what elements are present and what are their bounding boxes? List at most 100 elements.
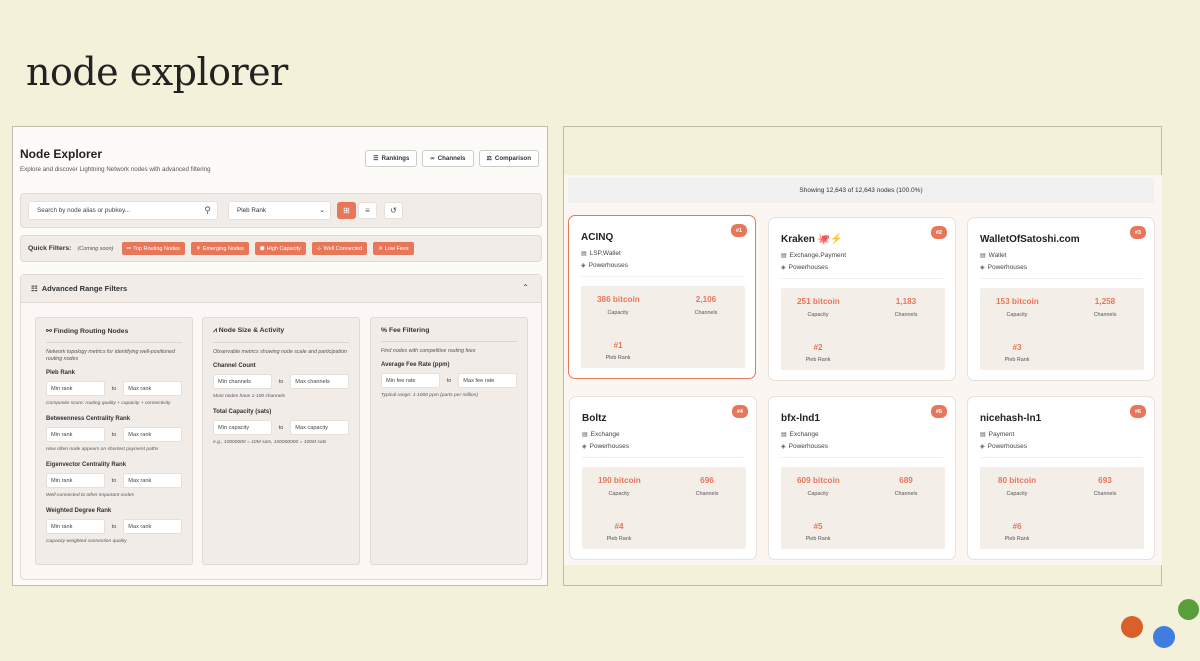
line-chart-icon: ⩘ [213,327,217,334]
layers-icon: ◈ [980,444,985,450]
capacity-min-input[interactable]: Min capacity [213,420,272,435]
channels-value: 1,258 [1094,297,1116,306]
card-divider [980,457,1142,458]
range-to: to [111,431,117,438]
fee-max-input[interactable]: Max fee rate [458,373,517,388]
reset-button[interactable]: ↺ [384,202,403,219]
node-results-panel: Showing 12,643 of 12,643 nodes (100.0%) … [563,126,1162,586]
comparison-button[interactable]: ⚖ Comparison [478,150,539,167]
quick-filter-high-capacity[interactable]: ⬢ High Capacity [254,242,306,255]
pleb-rank-label: Pleb Rank [805,536,831,542]
pleb-rank-max-input[interactable]: Max rank [123,381,182,396]
node-type-text: Exchange [590,431,620,438]
sort-value: Pleb Rank [237,207,267,214]
capacity-label: Capacity [1006,312,1028,318]
advanced-filters-section: ☷ Advanced Range Filters ⌃ ⚯ Finding Rou… [20,274,542,580]
channels-label: Channels [1093,491,1117,497]
channels-max-input[interactable]: Max channels [290,374,349,389]
quick-filter-well-connected[interactable]: ⊹ Well Connected [311,242,368,255]
layers-icon: ◈ [781,265,786,271]
route-icon: ⚯ [46,328,52,335]
quick-filter-top-routing[interactable]: ⚯ Top Routing Nodes [121,242,185,255]
search-input[interactable]: Search by node alias or pubkey... ⚲ [28,201,218,220]
list-icon: ≡ [365,206,370,215]
node-card[interactable]: #1 ACINQ ▤ LSP,Wallet ◈ Powerhouses 386 bi… [568,215,756,379]
filter-label: Total Capacity (sats) [213,409,272,415]
node-card[interactable]: #6 nicehash-ln1 ▤ Payment ◈ Powerhouses 80… [967,396,1155,560]
node-category: ◈ Powerhouses [781,443,828,450]
pleb-rank-min-input[interactable]: Min rank [46,381,105,396]
node-category: ◈ Powerhouses [781,264,828,271]
rank-badge: #2 [930,226,947,239]
range-to: to [111,385,117,392]
grid-view-button[interactable]: ⊞ [337,202,356,219]
betweenness-max-input[interactable]: Max rank [123,427,182,442]
node-type-text: LSP,Wallet [589,250,621,257]
server-icon: ▤ [980,253,986,259]
weighted-degree-max-input[interactable]: Max rank [123,519,182,534]
rank-badge: #4 [731,405,748,418]
size-filters-column: ⩘ Node Size & Activity Observable metric… [202,317,360,565]
node-type: ▤ Exchange,Payment [781,252,846,259]
node-card[interactable]: #4 Boltz ▤ Exchange ◈ Powerhouses 190 bitc… [569,396,757,560]
range-to: to [111,477,117,484]
rank-badge: #1 [730,224,747,237]
node-stats: 190 bitcoin Capacity 696 Channels #4 Ple… [582,467,746,549]
fee-min-input[interactable]: Min fee rate [381,373,440,388]
node-card[interactable]: #2 Kraken 🐙⚡ ▤ Exchange,Payment ◈ Powerhou… [768,217,956,381]
pleb-rank-value: #5 [813,522,823,531]
filter-label: Pleb Rank [46,370,76,376]
list-view-button[interactable]: ≡ [358,202,377,219]
node-name: ACINQ [581,232,614,243]
node-category: ◈ Powerhouses [581,262,628,269]
sliders-icon: ☷ [31,284,38,293]
sort-select[interactable]: Pleb Rank ⌄ [228,201,331,220]
channels-button[interactable]: ∞ Channels [422,150,474,167]
node-stats: 251 bitcoin Capacity 1,183 Channels #2 P… [781,288,945,370]
node-stats: 386 bitcoin Capacity 2,106 Channels #1 P… [581,286,745,368]
routing-title-text: Finding Routing Nodes [53,328,129,335]
link-icon: ∞ [430,155,435,162]
node-card[interactable]: #5 bfx-lnd1 ▤ Exchange ◈ Powerhouses 609 b… [768,396,956,560]
routing-filters-title: ⚯ Finding Routing Nodes [46,327,182,343]
blue-dot [1153,626,1175,648]
eigenvector-min-input[interactable]: Min rank [46,473,105,488]
pleb-rank-label: Pleb Rank [805,357,831,363]
routing-icon: ⚯ [126,245,132,252]
channels-min-input[interactable]: Min channels [213,374,272,389]
quick-filter-low-fees[interactable]: ✕ Low Fees [373,242,414,255]
filter-hint: Most nodes have 1-100 channels [213,394,286,399]
rankings-button[interactable]: ☰ Rankings [365,150,418,167]
coming-soon-note: (Coming soon) [77,245,114,252]
filter-label: Eigenvector Centrality Rank [46,462,127,468]
top-nav-buttons: ☰ Rankings ∞ Channels ⚖ Comparison [365,150,539,167]
eigenvector-max-input[interactable]: Max rank [123,473,182,488]
node-name: nicehash-ln1 [980,413,1042,424]
rank-badge: #3 [1129,226,1146,239]
pleb-rank-value: #4 [614,522,624,531]
node-type: ▤ Exchange [781,431,819,438]
capacity-max-input[interactable]: Max capacity [290,420,349,435]
advanced-filters-header[interactable]: ☷ Advanced Range Filters [21,275,541,303]
layers-icon: ◈ [980,265,985,271]
node-type: ▤ Exchange [582,431,620,438]
node-category-text: Powerhouses [987,443,1028,450]
search-placeholder: Search by node alias or pubkey... [37,207,130,214]
node-type: ▤ LSP,Wallet [581,250,621,257]
filter-hint: Well-connected to other important nodes [46,493,134,498]
betweenness-min-input[interactable]: Min rank [46,427,105,442]
weighted-degree-min-input[interactable]: Min rank [46,519,105,534]
channels-value: 693 [1098,476,1112,485]
node-card[interactable]: #3 WalletOfSatoshi.com ▤ Wallet ◈ Powerhou… [967,217,1155,381]
node-type: ▤ Payment [980,431,1014,438]
quick-filter-emerging[interactable]: ⚘ Emerging Nodes [190,242,249,255]
orange-dot [1121,616,1143,638]
filter-hint: e.g., 10000000 = 10M sats, 100000000 = 1… [213,440,327,445]
channels-value: 1,183 [895,297,917,306]
filter-label: Average Fee Rate (ppm) [381,362,450,368]
node-stats: 153 bitcoin Capacity 1,258 Channels #3 P… [980,288,1144,370]
capacity-value: 609 bitcoin [797,476,840,485]
capacity-value: 386 bitcoin [597,295,640,304]
chevron-up-icon[interactable]: ⌃ [522,283,529,292]
size-filters-desc: Observable metrics showing node scale an… [213,349,347,355]
